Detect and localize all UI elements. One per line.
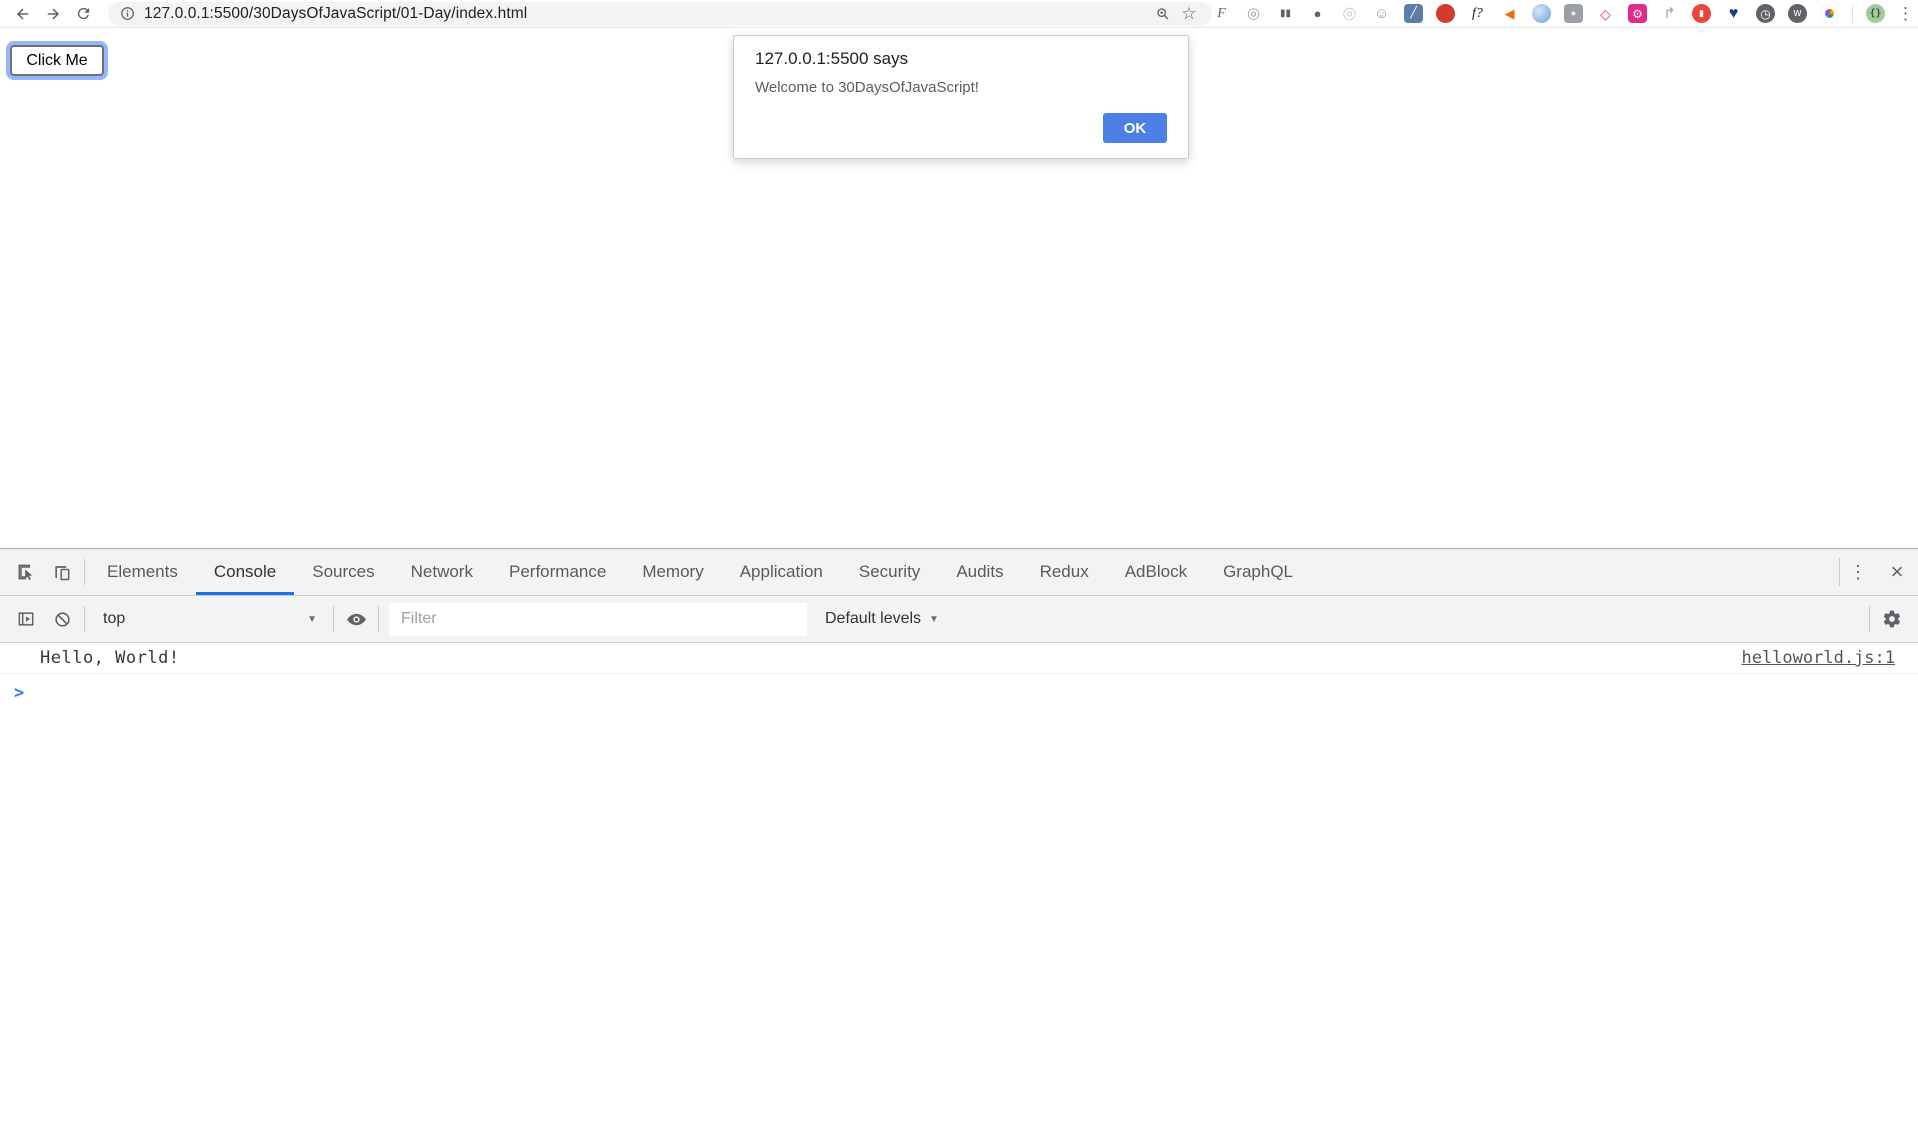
- url-text: 127.0.0.1:5500/30DaysOfJavaScript/01-Day…: [144, 5, 527, 23]
- inspect-cursor-icon: [16, 562, 36, 582]
- tabbar-spacer: [1311, 549, 1839, 595]
- tab-network[interactable]: Network: [393, 549, 491, 595]
- tab-console[interactable]: Console: [196, 549, 294, 595]
- color-picker-extension-icon[interactable]: ╱: [1404, 4, 1423, 23]
- browser-menu-button[interactable]: ⋮: [1897, 4, 1914, 24]
- extensions-divider: [1852, 5, 1853, 23]
- clock-extension-icon[interactable]: ◷: [1756, 4, 1775, 23]
- star-icon: ☆: [1181, 5, 1196, 22]
- wave-extension-icon[interactable]: w: [1788, 4, 1807, 23]
- sidebar-toggle-icon: [16, 609, 36, 629]
- color-ring-extension-icon[interactable]: [1820, 4, 1839, 23]
- back-button[interactable]: [8, 2, 38, 26]
- page-viewport: Click Me 127.0.0.1:5500 says Welcome to …: [0, 28, 1918, 548]
- megaphone-extension-icon[interactable]: ◀: [1500, 4, 1519, 23]
- magnifier-icon: [1155, 6, 1171, 22]
- toolbar-divider: [1869, 606, 1870, 632]
- console-log-row: Hello, World! helloworld.js:1: [0, 643, 1918, 674]
- corner-arrow-extension-icon[interactable]: ↱: [1660, 4, 1679, 23]
- pink-gear-extension-icon[interactable]: ⚙: [1628, 4, 1647, 23]
- gear-icon: [1882, 609, 1902, 629]
- browser-toolbar: 127.0.0.1:5500/30DaysOfJavaScript/01-Day…: [0, 0, 1918, 28]
- console-log-text: Hello, World!: [40, 648, 180, 668]
- alert-dialog: 127.0.0.1:5500 says Welcome to 30DaysOfJ…: [733, 35, 1189, 159]
- zoom-page-button[interactable]: [1150, 3, 1176, 25]
- tab-memory[interactable]: Memory: [624, 549, 721, 595]
- console-prompt-row[interactable]: >: [0, 674, 1918, 703]
- context-selector-value: top: [103, 610, 125, 628]
- console-sidebar-toggle-button[interactable]: [8, 609, 44, 629]
- tab-elements[interactable]: Elements: [89, 549, 196, 595]
- heart-search-extension-icon[interactable]: ♥: [1724, 4, 1743, 23]
- console-messages: Hello, World! helloworld.js:1 >: [0, 643, 1918, 1146]
- log-levels-selector[interactable]: Default levels ▼: [825, 610, 939, 628]
- console-filter-input[interactable]: [389, 603, 807, 636]
- profile-avatar[interactable]: {}: [1866, 4, 1885, 23]
- alert-title: 127.0.0.1:5500 says: [755, 49, 908, 69]
- devtools-panel: ElementsConsoleSourcesNetworkPerformance…: [0, 548, 1918, 1146]
- live-expression-button[interactable]: [338, 609, 374, 630]
- stop-hand-extension-icon[interactable]: [1436, 4, 1455, 23]
- orbit-extension-icon[interactable]: ◎: [1244, 4, 1263, 23]
- devtools-tabs: ElementsConsoleSourcesNetworkPerformance…: [89, 549, 1311, 595]
- info-icon[interactable]: [120, 6, 135, 21]
- console-toolbar: top ▼ Default levels ▼: [0, 596, 1918, 643]
- bug-extension-icon[interactable]: ●: [1308, 4, 1327, 23]
- clear-console-icon: [53, 610, 72, 629]
- camera-extension-icon[interactable]: ●: [1564, 4, 1583, 23]
- back-arrow-icon: [14, 5, 32, 23]
- console-settings-button[interactable]: [1874, 609, 1910, 629]
- address-bar[interactable]: 127.0.0.1:5500/30DaysOfJavaScript/01-Day…: [108, 2, 1212, 26]
- context-selector[interactable]: top ▼: [89, 602, 329, 636]
- react-devtools-extension-icon[interactable]: ◎: [1340, 4, 1359, 23]
- inspect-element-button[interactable]: [8, 549, 44, 595]
- devtools-tabbar: ElementsConsoleSourcesNetworkPerformance…: [0, 549, 1918, 596]
- kebab-icon: ⋮: [1897, 4, 1914, 23]
- toolbar-divider: [378, 606, 379, 632]
- eye-icon: [346, 609, 367, 630]
- function-question-extension-icon[interactable]: f?: [1468, 4, 1487, 23]
- close-icon: ×: [1891, 559, 1904, 585]
- console-source-link[interactable]: helloworld.js:1: [1741, 648, 1895, 668]
- forward-button[interactable]: [38, 2, 68, 26]
- chevron-down-icon: ▼: [307, 614, 317, 625]
- tabbar-divider: [84, 559, 85, 585]
- toolbar-divider: [333, 606, 334, 632]
- forward-arrow-icon: [44, 5, 62, 23]
- log-levels-value: Default levels: [825, 610, 921, 628]
- tab-redux[interactable]: Redux: [1022, 549, 1107, 595]
- toolbar-divider: [84, 606, 85, 632]
- click-me-button[interactable]: Click Me: [10, 45, 104, 76]
- kebab-icon: ⋮: [1849, 562, 1867, 583]
- tab-performance[interactable]: Performance: [491, 549, 624, 595]
- tab-application[interactable]: Application: [722, 549, 841, 595]
- tab-audits[interactable]: Audits: [938, 549, 1021, 595]
- split-panes-extension-icon[interactable]: ▮▮: [1276, 4, 1295, 23]
- chevron-down-icon: ▼: [929, 614, 939, 625]
- devtools-menu-button[interactable]: ⋮: [1840, 549, 1876, 595]
- bookmark-extension-icon[interactable]: ▮: [1692, 4, 1711, 23]
- device-toolbar-button[interactable]: [44, 549, 80, 595]
- reload-icon: [75, 5, 92, 22]
- bookmark-star-button[interactable]: ☆: [1176, 3, 1202, 25]
- extensions-bar: F ◎ ▮▮ ● ◎ ☺ ╱ f? ◀ ● ◇ ⚙ ↱ ▮ ♥ ◷ w {}: [1212, 4, 1885, 23]
- tab-sources[interactable]: Sources: [294, 549, 392, 595]
- alert-ok-button[interactable]: OK: [1103, 113, 1167, 143]
- clear-console-button[interactable]: [44, 610, 80, 629]
- tab-graphql[interactable]: GraphQL: [1205, 549, 1311, 595]
- tab-security[interactable]: Security: [841, 549, 938, 595]
- alert-message: Welcome to 30DaysOfJavaScript!: [755, 79, 979, 96]
- swirl-extension-icon[interactable]: [1532, 4, 1551, 23]
- devtools-close-button[interactable]: ×: [1876, 549, 1918, 595]
- font-style-extension-icon[interactable]: F: [1212, 4, 1231, 23]
- augury-extension-icon[interactable]: ◇: [1596, 4, 1615, 23]
- reload-button[interactable]: [68, 2, 98, 26]
- console-prompt-chevron-icon: >: [14, 683, 24, 703]
- device-toolbar-icon: [52, 562, 72, 582]
- emoji-face-extension-icon[interactable]: ☺: [1372, 4, 1391, 23]
- tab-adblock[interactable]: AdBlock: [1107, 549, 1205, 595]
